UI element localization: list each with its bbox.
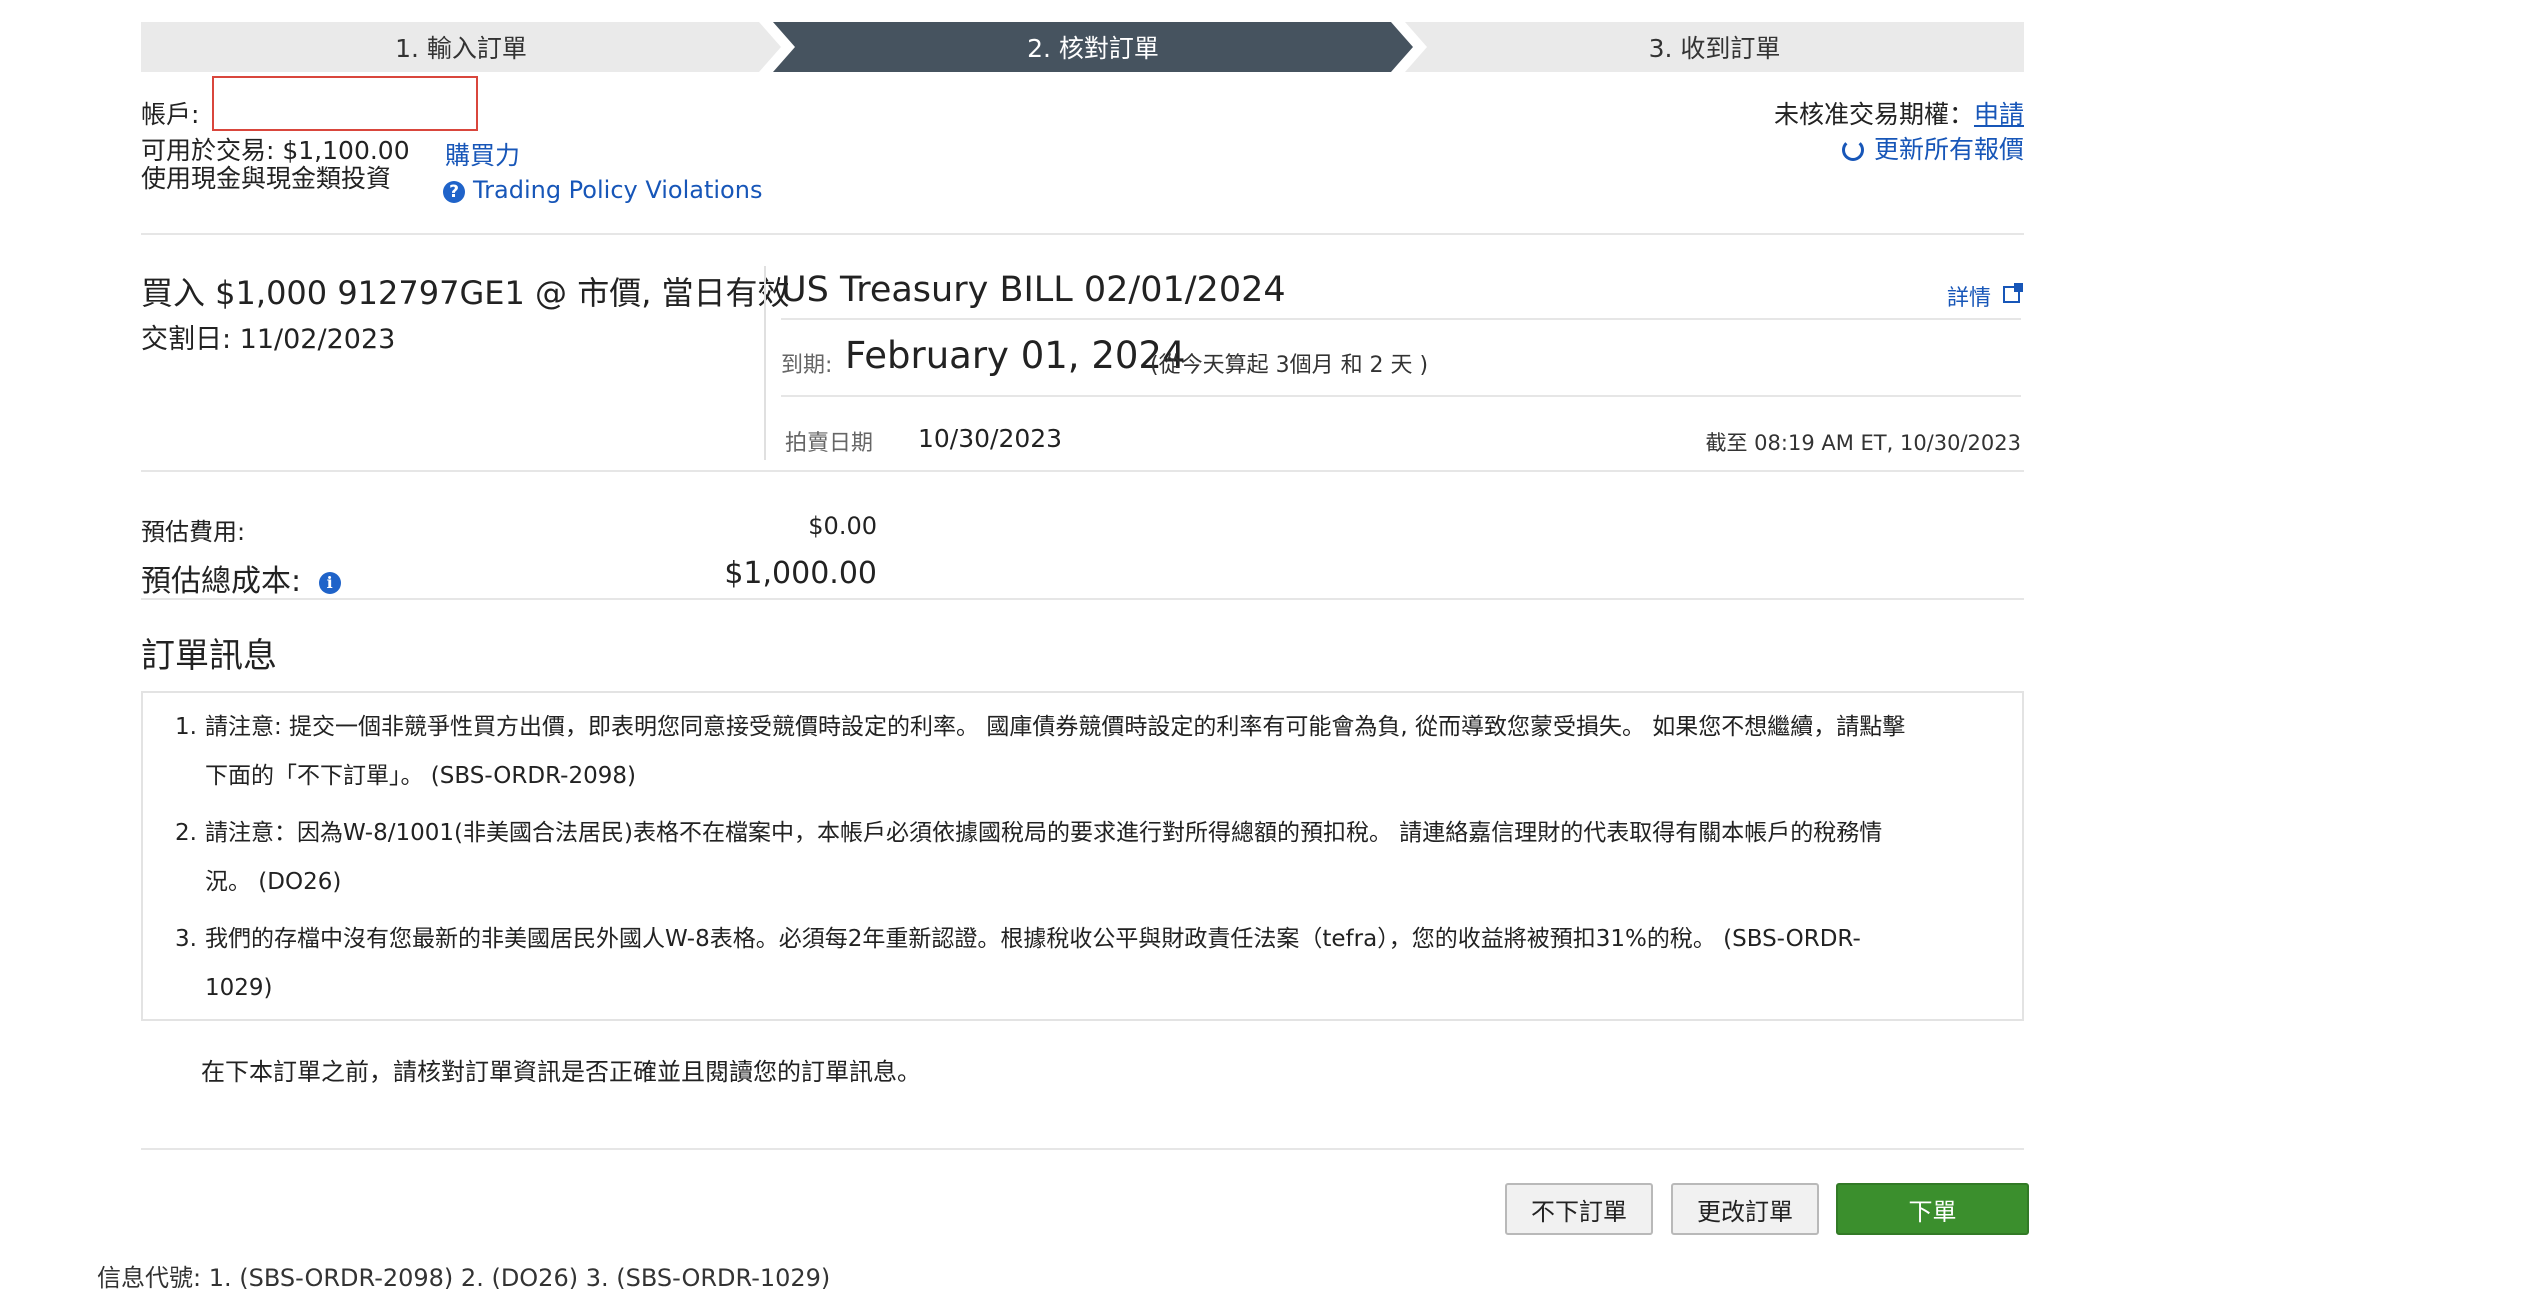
step-enter-order: 1. 輸入訂單 bbox=[141, 22, 781, 72]
account-label: 帳戶: bbox=[141, 100, 200, 129]
estimated-total-row: 預估總成本: i bbox=[141, 556, 341, 600]
auction-date: 10/30/2023 bbox=[918, 424, 1063, 453]
refresh-all-quotes-link[interactable]: 更新所有報價 bbox=[1841, 130, 2024, 166]
step-order-received: 3. 收到訂單 bbox=[1405, 22, 2024, 72]
details-link[interactable]: 詳情 bbox=[1947, 280, 2023, 312]
refresh-icon bbox=[1841, 139, 1864, 161]
info-icon[interactable]: i bbox=[318, 572, 341, 594]
place-order-button[interactable]: 下單 bbox=[1836, 1183, 2029, 1235]
trading-policy-violations-link[interactable]: ? Trading Policy Violations bbox=[443, 176, 762, 204]
divider bbox=[141, 598, 2024, 600]
estimated-total-label: 預估總成本: bbox=[141, 564, 302, 599]
apply-link[interactable]: 申請 bbox=[1974, 100, 2024, 129]
cancel-order-button[interactable]: 不下訂單 bbox=[1505, 1183, 1653, 1235]
estimated-total-value: $1,000.00 bbox=[724, 556, 877, 591]
security-name: US Treasury BILL 02/01/2024 bbox=[781, 270, 1286, 310]
order-messages-box: 1. 請注意: 提交一個非競爭性買方出價，即表明您同意接受競價時設定的利率。 國庫… bbox=[141, 691, 2024, 1021]
settlement-date: 交割日: 11/02/2023 bbox=[141, 324, 396, 355]
quote-as-of: 截至 08:19 AM ET, 10/30/2023 bbox=[1705, 431, 2021, 455]
maturity-label: 到期: bbox=[781, 353, 833, 378]
divider bbox=[781, 318, 2021, 320]
list-item: 3. 我們的存檔中沒有您最新的非美國居民外國人W-8表格。必須每2年重新認證。根據… bbox=[175, 926, 1861, 1001]
auction-date-label: 拍賣日期 bbox=[785, 431, 874, 456]
message-codes: 信息代號: 1. (SBS-ORDR-2098) 2. (DO26) 3. (S… bbox=[97, 1264, 831, 1292]
unapproved-options-row: 未核准交易期權：申請 bbox=[1774, 95, 2024, 131]
estimated-fee-label: 預估費用: bbox=[141, 518, 246, 546]
divider bbox=[781, 395, 2021, 397]
help-icon: ? bbox=[443, 181, 465, 203]
order-progress-steps: 1. 輸入訂單 2. 核對訂單 3. 收到訂單 bbox=[141, 22, 2024, 72]
external-link-icon bbox=[2003, 283, 2023, 303]
cash-investment-note: 使用現金與現金類投資 bbox=[141, 164, 392, 193]
change-order-button[interactable]: 更改訂單 bbox=[1671, 1183, 1819, 1235]
review-note: 在下本訂單之前，請核對訂單資訊是否正確並且閱讀您的訂單訊息。 bbox=[201, 1058, 921, 1086]
order-messages-heading: 訂單訊息 bbox=[141, 636, 277, 676]
divider bbox=[141, 1148, 2024, 1150]
divider bbox=[141, 470, 2024, 472]
order-summary: 買入 $1,000 912797GE1 @ 市價, 當日有效 bbox=[141, 274, 790, 312]
estimated-fee-value: $0.00 bbox=[808, 512, 877, 540]
step-review-order: 2. 核對訂單 bbox=[773, 22, 1413, 72]
list-item: 1. 請注意: 提交一個非競爭性買方出價，即表明您同意接受競價時設定的利率。 國庫… bbox=[175, 714, 1906, 789]
maturity-note: (從今天算起 3個月 和 2 天 ) bbox=[1150, 353, 1429, 378]
vertical-divider bbox=[764, 266, 766, 460]
maturity-date: February 01, 2024 bbox=[845, 334, 1186, 377]
unapproved-options-label: 未核准交易期權： bbox=[1773, 100, 1974, 129]
buying-power-link[interactable]: 購買力 bbox=[445, 136, 520, 172]
list-item: 2. 請注意：因為W-8/1001(非美國合法居民)表格不在檔案中，本帳戶必須依據… bbox=[175, 820, 1883, 895]
account-field[interactable] bbox=[212, 76, 478, 131]
divider bbox=[141, 233, 2024, 235]
